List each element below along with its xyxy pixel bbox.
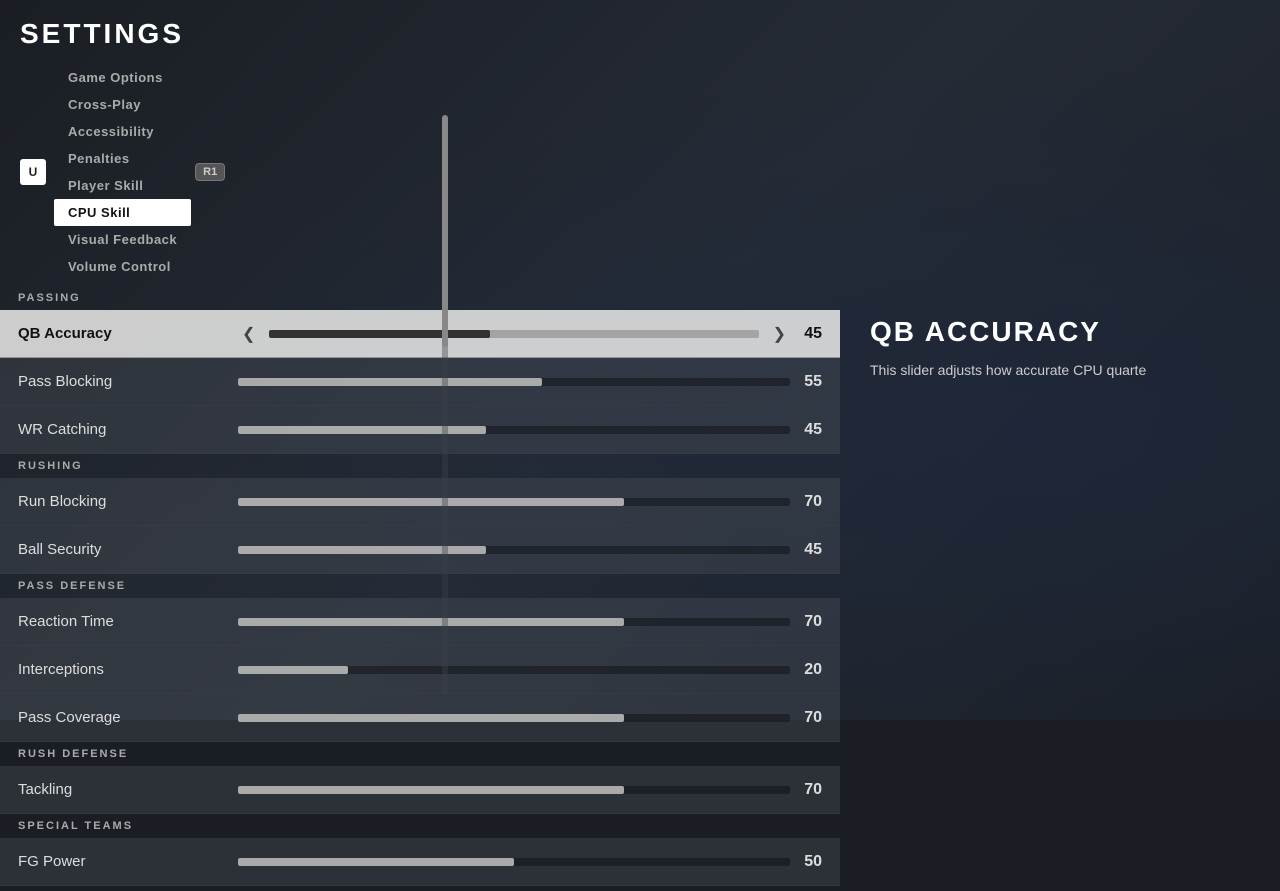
slider-fill-interceptions — [238, 666, 348, 674]
nav-tab-game-options[interactable]: Game Options — [54, 64, 191, 91]
desc-title: QB ACCURACY — [870, 316, 1250, 348]
slider-fill-run-blocking — [238, 498, 624, 506]
nav-tab-cpu-skill[interactable]: CPU Skill — [54, 199, 191, 226]
r1-badge: R1 — [195, 163, 225, 181]
slider-track-run-blocking[interactable] — [238, 498, 790, 506]
slider-track-area-run-blocking — [238, 498, 790, 506]
slider-row-reaction-time[interactable]: Reaction Time 70 — [0, 598, 840, 646]
slider-value-wr-catching: 45 — [790, 421, 822, 439]
section-header-passing: PASSING — [0, 286, 840, 310]
nav-tab-penalties[interactable]: Penalties — [54, 145, 191, 172]
slider-value-run-blocking: 70 — [790, 493, 822, 511]
page-title: SETTINGS — [20, 18, 1260, 50]
slider-row-wr-catching[interactable]: WR Catching 45 — [0, 406, 840, 454]
slider-row-ball-security[interactable]: Ball Security 45 — [0, 526, 840, 574]
slider-value-tackling: 70 — [790, 781, 822, 799]
header: SETTINGS U Game OptionsCross-PlayAccessi… — [0, 0, 1280, 286]
slider-track-area-reaction-time — [238, 618, 790, 626]
nav-tab-visual-feedback[interactable]: Visual Feedback — [54, 226, 191, 253]
slider-row-tackling[interactable]: Tackling 70 — [0, 766, 840, 814]
slider-track-area-fg-power — [238, 858, 790, 866]
scroll-thumb[interactable] — [442, 115, 448, 347]
slider-fill-reaction-time — [238, 618, 624, 626]
settings-page: SETTINGS U Game OptionsCross-PlayAccessi… — [0, 0, 1280, 720]
slider-track-area-wr-catching — [238, 426, 790, 434]
slider-row-qb-accuracy[interactable]: QB Accuracy❮❯45 — [0, 310, 840, 358]
slider-label-reaction-time: Reaction Time — [18, 613, 238, 630]
sections-container: PASSINGQB Accuracy❮❯45Pass Blocking55WR … — [0, 286, 840, 886]
slider-label-fg-power: FG Power — [18, 853, 238, 870]
slider-row-fg-power[interactable]: FG Power 50 — [0, 838, 840, 886]
slider-panel: PASSINGQB Accuracy❮❯45Pass Blocking55WR … — [0, 286, 840, 891]
slider-row-pass-coverage[interactable]: Pass Coverage 70 — [0, 694, 840, 742]
slider-track-area-interceptions — [238, 666, 790, 674]
slider-fill-pass-coverage — [238, 714, 624, 722]
section-header-rush-defense: RUSH DEFENSE — [0, 742, 840, 766]
slider-value-ball-security: 45 — [790, 541, 822, 559]
slider-track-area-pass-coverage — [238, 714, 790, 722]
slider-label-run-blocking: Run Blocking — [18, 493, 238, 510]
slider-value-qb-accuracy: 45 — [790, 325, 822, 343]
slider-label-wr-catching: WR Catching — [18, 421, 238, 438]
scroll-indicator[interactable] — [442, 115, 448, 695]
slider-row-run-blocking[interactable]: Run Blocking 70 — [0, 478, 840, 526]
section-header-special-teams: SPECIAL TEAMS — [0, 814, 840, 838]
slider-label-qb-accuracy: QB Accuracy — [18, 325, 238, 342]
nav-tab-accessibility[interactable]: Accessibility — [54, 118, 191, 145]
nav-tab-player-skill[interactable]: Player Skill — [54, 172, 191, 199]
slider-track-fg-power[interactable] — [238, 858, 790, 866]
arrow-left-qb-accuracy[interactable]: ❮ — [238, 324, 259, 344]
slider-label-ball-security: Ball Security — [18, 541, 238, 558]
slider-label-pass-blocking: Pass Blocking — [18, 373, 238, 390]
slider-value-interceptions: 20 — [790, 661, 822, 679]
slider-track-area-tackling — [238, 786, 790, 794]
slider-track-area-qb-accuracy: ❮❯ — [238, 324, 790, 344]
slider-track-interceptions[interactable] — [238, 666, 790, 674]
slider-fill-qb-accuracy — [269, 330, 489, 338]
slider-track-wr-catching[interactable] — [238, 426, 790, 434]
slider-track-pass-coverage[interactable] — [238, 714, 790, 722]
controller-icon: U — [20, 159, 46, 185]
slider-row-pass-blocking[interactable]: Pass Blocking 55 — [0, 358, 840, 406]
slider-value-pass-coverage: 70 — [790, 709, 822, 727]
slider-track-tackling[interactable] — [238, 786, 790, 794]
slider-track-qb-accuracy[interactable] — [269, 330, 758, 338]
slider-fill-pass-blocking — [238, 378, 542, 386]
section-header-pass-defense: PASS DEFENSE — [0, 574, 840, 598]
slider-track-pass-blocking[interactable] — [238, 378, 790, 386]
slider-track-reaction-time[interactable] — [238, 618, 790, 626]
slider-label-interceptions: Interceptions — [18, 661, 238, 678]
slider-track-area-ball-security — [238, 546, 790, 554]
slider-fill-wr-catching — [238, 426, 486, 434]
desc-text: This slider adjusts how accurate CPU qua… — [870, 360, 1250, 381]
slider-fill-ball-security — [238, 546, 486, 554]
nav-tab-cross-play[interactable]: Cross-Play — [54, 91, 191, 118]
slider-track-ball-security[interactable] — [238, 546, 790, 554]
description-panel: QB ACCURACY This slider adjusts how accu… — [840, 286, 1280, 891]
section-header-rushing: RUSHING — [0, 454, 840, 478]
slider-value-pass-blocking: 55 — [790, 373, 822, 391]
slider-track-area-pass-blocking — [238, 378, 790, 386]
slider-value-fg-power: 50 — [790, 853, 822, 871]
slider-row-interceptions[interactable]: Interceptions 20 — [0, 646, 840, 694]
nav-tab-volume-control[interactable]: Volume Control — [54, 253, 191, 280]
slider-fill-fg-power — [238, 858, 514, 866]
nav-bar: U Game OptionsCross-PlayAccessibilityPen… — [20, 64, 1260, 280]
slider-label-tackling: Tackling — [18, 781, 238, 798]
nav-tabs: Game OptionsCross-PlayAccessibilityPenal… — [54, 64, 191, 280]
slider-fill-tackling — [238, 786, 624, 794]
main-content: PASSINGQB Accuracy❮❯45Pass Blocking55WR … — [0, 286, 1280, 891]
arrow-right-qb-accuracy[interactable]: ❯ — [769, 324, 790, 344]
slider-label-pass-coverage: Pass Coverage — [18, 709, 238, 726]
slider-value-reaction-time: 70 — [790, 613, 822, 631]
